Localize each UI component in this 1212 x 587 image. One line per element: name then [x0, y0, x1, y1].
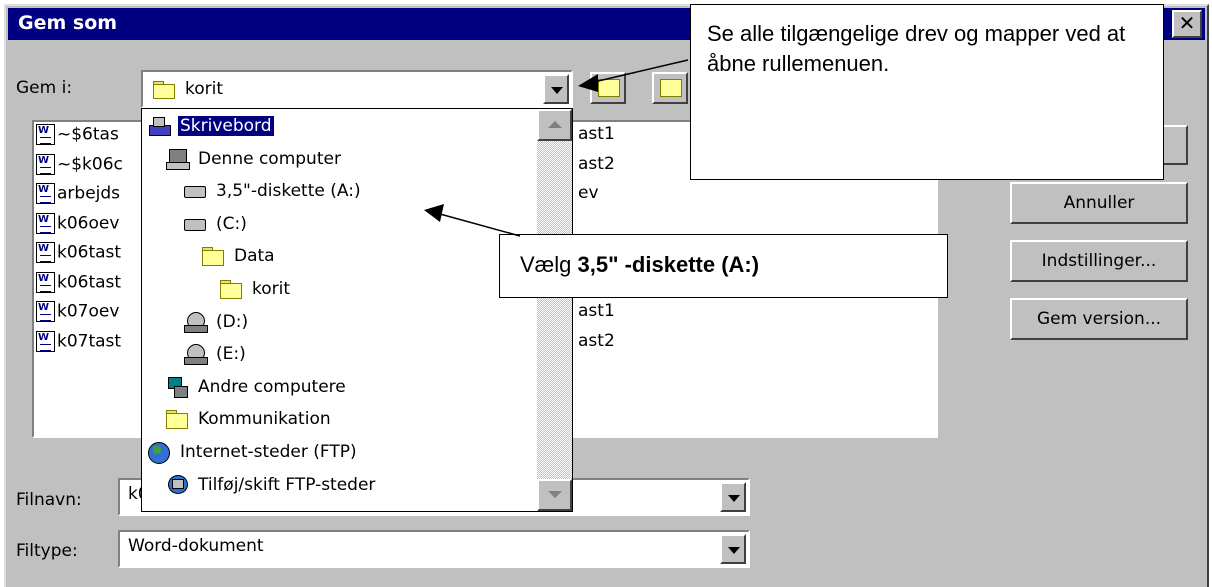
callout-middle-prefix: Vælg — [520, 252, 578, 277]
close-button[interactable]: ✕ — [1172, 10, 1202, 38]
file-item[interactable]: ~$6tas — [36, 124, 119, 148]
dropdown-item[interactable]: Data — [202, 243, 277, 269]
filetype-label: Filtype: — [16, 541, 78, 561]
dropdown-item-label: (E:) — [216, 344, 246, 365]
word-document-icon — [36, 242, 55, 263]
file-name: k06tast — [57, 242, 122, 263]
file-item[interactable]: arbejds — [36, 183, 120, 207]
dropdown-item[interactable]: Andre computere — [166, 374, 348, 400]
cd-drive-icon — [184, 311, 208, 333]
folder-icon — [220, 279, 242, 299]
new-folder-icon — [660, 79, 682, 97]
filetype-dropdown-button[interactable] — [720, 534, 746, 564]
dropdown-item-label: Data — [234, 246, 275, 267]
callout-open-dropdown: Se alle tilgængelige drev og mapper ved … — [690, 4, 1164, 180]
network-icon — [166, 376, 188, 398]
dropdown-item-label: Skrivebord — [178, 116, 274, 136]
hard-drive-icon — [184, 214, 206, 234]
options-button[interactable]: Indstillinger... — [1010, 240, 1188, 282]
dropdown-item-label: Tilføj/skift FTP-steder — [198, 474, 376, 495]
file-name-tail: ev — [578, 183, 599, 203]
dropdown-item-label: Internet-steder (FTP) — [180, 442, 357, 462]
word-document-icon — [36, 183, 55, 204]
word-document-icon — [36, 271, 55, 293]
file-item[interactable]: k06tast — [36, 242, 121, 266]
computer-icon — [166, 148, 190, 170]
dropdown-item[interactable]: (D:) — [184, 309, 250, 335]
file-name-tail: ast1 — [578, 301, 615, 321]
folder-icon — [202, 246, 224, 267]
dropdown-item[interactable]: Tilføj/skift FTP-steder — [166, 472, 377, 498]
desktop-icon — [148, 116, 171, 136]
dropdown-item-label: Kommunikation — [198, 409, 331, 430]
file-name-tail: ast2 — [578, 330, 615, 351]
dropdown-item-label: 3,5"-diskette (A:) — [216, 181, 361, 202]
dropdown-item-label: (C:) — [216, 213, 247, 234]
folder-icon — [153, 81, 175, 99]
up-one-level-button[interactable] — [590, 72, 626, 104]
file-item[interactable]: ~$k06c — [36, 153, 123, 178]
callout-middle-bold: 3,5" -diskette (A:) — [577, 252, 760, 277]
file-name: k07tast — [57, 331, 122, 351]
file-name: arbejds — [57, 183, 121, 204]
word-document-icon — [36, 153, 55, 175]
window-title: Gem som — [18, 12, 118, 34]
dropdown-item[interactable]: (C:) — [184, 211, 249, 237]
save-in-combo[interactable]: korit — [141, 70, 573, 108]
file-name-tail: ast1 — [578, 124, 615, 144]
file-name: k06oev — [57, 213, 120, 233]
globe-icon — [148, 442, 170, 464]
filetype-value: Word-dokument — [128, 536, 264, 556]
filename-dropdown-button[interactable] — [720, 482, 746, 512]
dropdown-item[interactable]: (E:) — [184, 341, 248, 367]
cancel-button[interactable]: Annuller — [1010, 182, 1188, 224]
file-name: ~$k06c — [57, 154, 123, 174]
dropdown-item[interactable]: Skrivebord — [148, 113, 274, 139]
folder-icon — [166, 409, 188, 430]
save-version-button[interactable]: Gem version... — [1010, 298, 1188, 340]
ftp-icon — [166, 474, 188, 495]
save-in-dropdown-list[interactable]: Skrivebord Denne computer 3,5"-diskette (A… — [141, 108, 573, 512]
dropdown-item[interactable]: korit — [220, 276, 292, 302]
file-item[interactable]: k06tast — [36, 271, 122, 296]
file-name: k07oev — [57, 301, 120, 322]
scroll-up-button[interactable] — [537, 109, 572, 141]
dropdown-item-label: Denne computer — [198, 148, 341, 169]
dropdown-scrollbar[interactable] — [537, 109, 572, 511]
cd-drive-icon — [184, 344, 208, 366]
word-document-icon — [36, 212, 55, 234]
dropdown-item[interactable]: 3,5"-diskette (A:) — [184, 178, 363, 204]
file-name-tail: ast2 — [578, 153, 615, 174]
dropdown-item[interactable]: Internet-steder (FTP) — [148, 439, 359, 465]
word-document-icon — [36, 330, 55, 352]
save-in-value: korit — [185, 79, 224, 99]
up-folder-icon — [598, 79, 620, 97]
dropdown-item-label: Andre computere — [198, 376, 346, 397]
callout-top-text: Se alle tilgængelige drev og mapper ved … — [707, 21, 1126, 76]
file-name: k06tast — [57, 272, 122, 292]
file-name: ~$6tas — [57, 124, 119, 145]
save-in-dropdown-button[interactable] — [543, 74, 569, 104]
dropdown-item[interactable]: Denne computer — [166, 146, 343, 172]
scroll-down-button[interactable] — [537, 479, 572, 511]
file-item[interactable]: k07tast — [36, 330, 122, 355]
word-document-icon — [36, 124, 55, 145]
dropdown-item[interactable]: Kommunikation — [166, 406, 333, 432]
new-folder-button[interactable] — [652, 72, 688, 104]
word-document-icon — [36, 301, 55, 322]
dropdown-item-label: korit — [252, 279, 291, 299]
filetype-select[interactable]: Word-dokument — [118, 530, 750, 568]
callout-select-floppy: Vælg 3,5" -diskette (A:) — [499, 234, 948, 298]
floppy-drive-icon — [184, 181, 206, 201]
filename-label: Filnavn: — [16, 490, 82, 510]
file-item[interactable]: k06oev — [36, 212, 120, 237]
dropdown-item-label: (D:) — [216, 311, 249, 332]
save-in-label: Gem i: — [16, 78, 73, 98]
file-item[interactable]: k07oev — [36, 301, 119, 325]
